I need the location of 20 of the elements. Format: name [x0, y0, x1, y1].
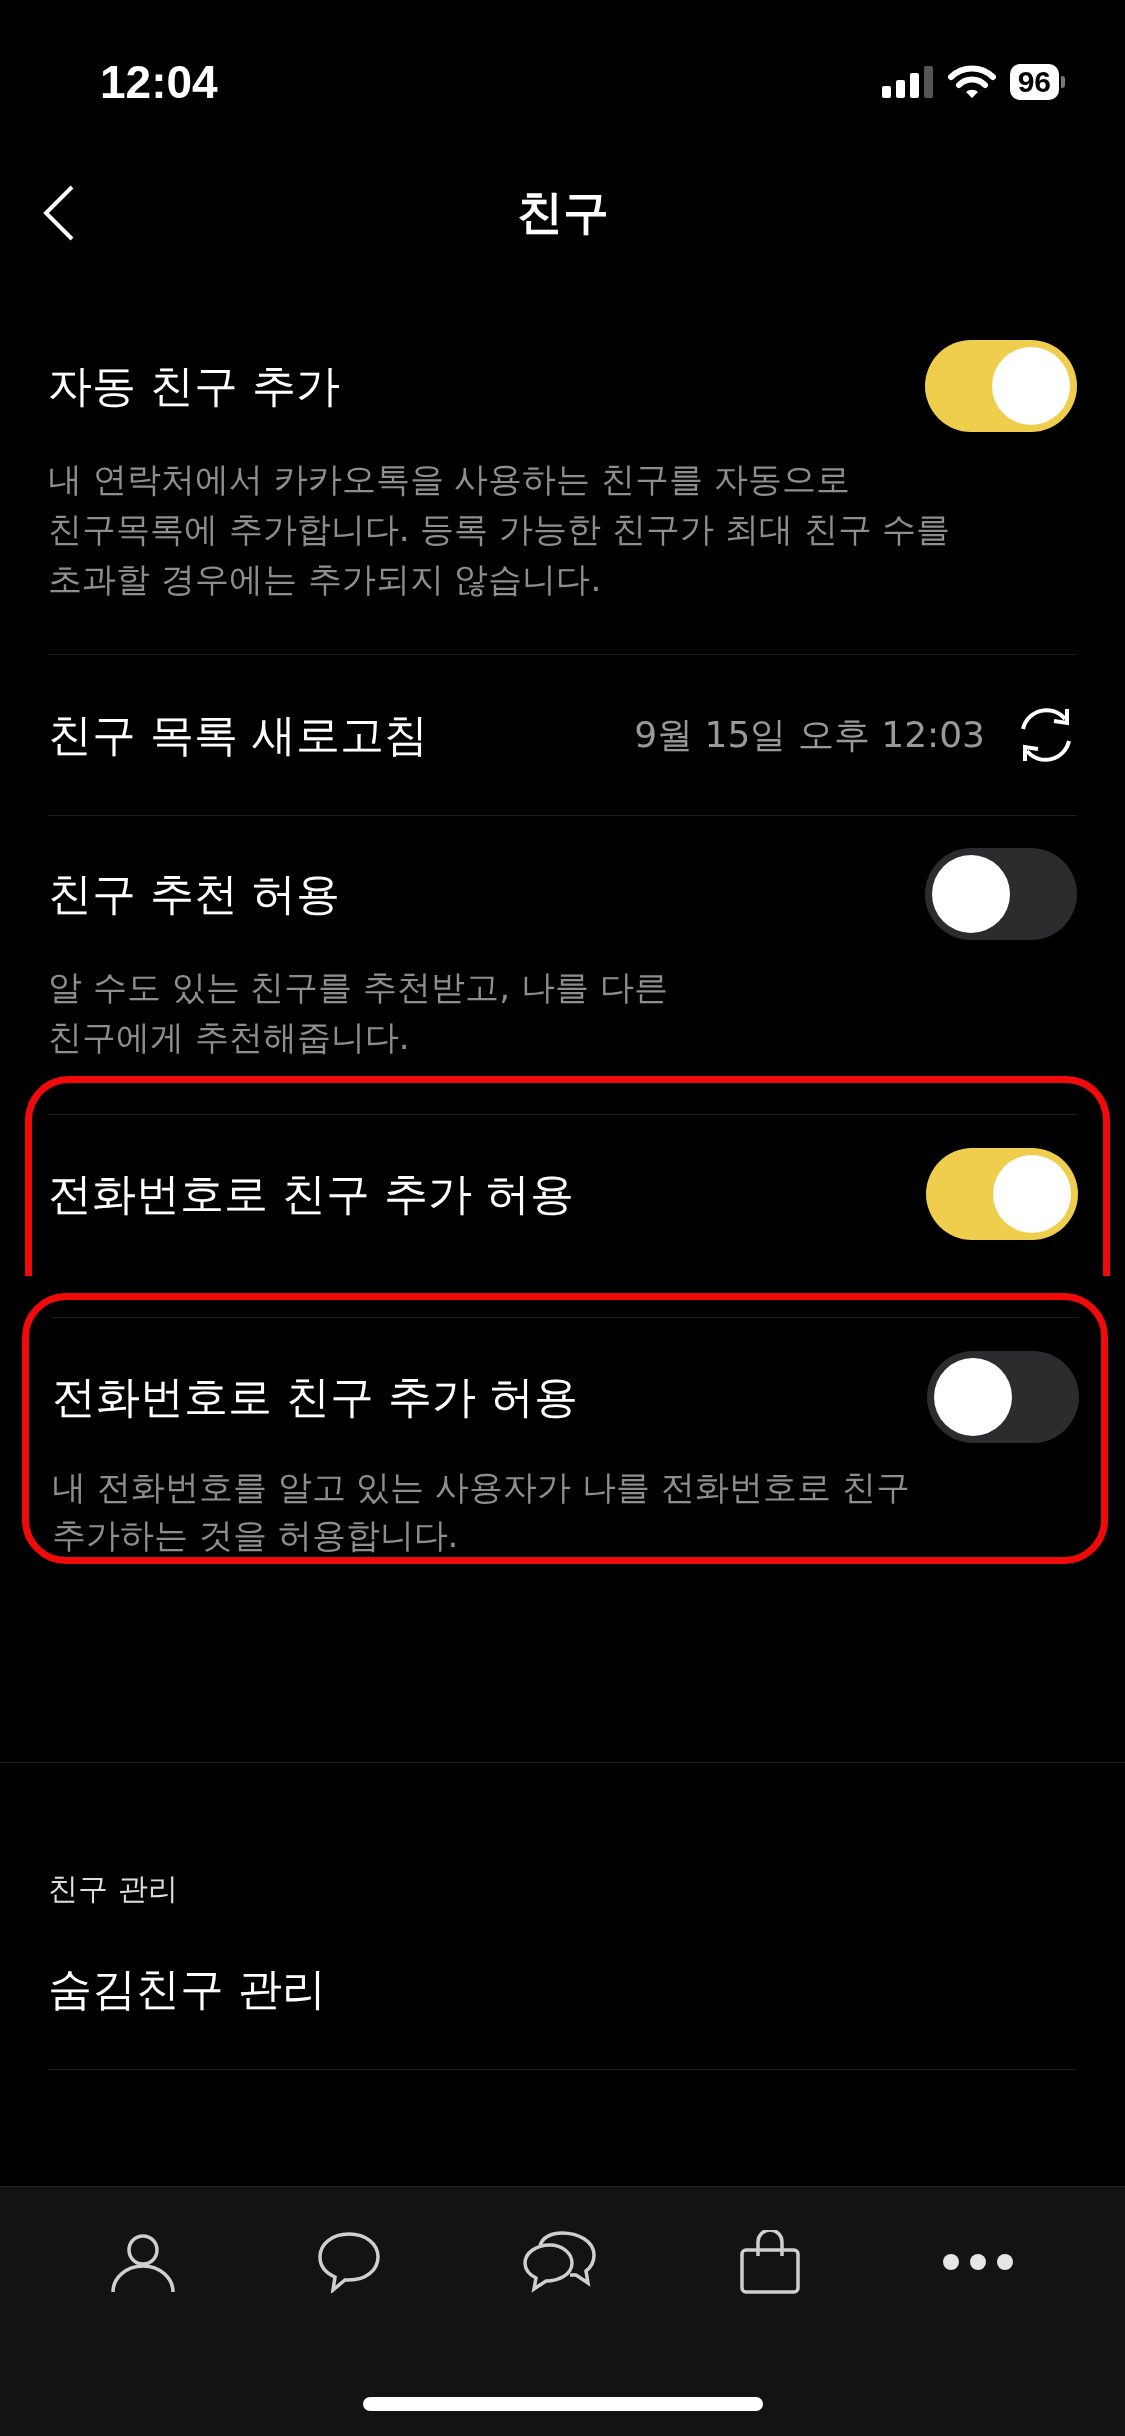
- back-icon[interactable]: [42, 184, 76, 242]
- status-time: 12:04: [100, 54, 218, 109]
- more-icon[interactable]: [942, 2253, 1015, 2271]
- shopping-bag-icon[interactable]: [740, 2230, 801, 2294]
- menu-item[interactable]: 숨김친구 관리: [48, 1959, 326, 2019]
- chat-bubbles-icon[interactable]: [522, 2231, 599, 2293]
- setting-description: 내 연락처에서 카카오톡을 사용하는 친구를 자동으로 친구목록에 추가합니다. 등록 가능한 친구가 최대 친구 수를 초과할 경우에는 추가되지 않습니다.: [48, 458, 952, 601]
- page-title: 친구: [516, 184, 609, 241]
- setting-description: 내 전화번호를 알고 있는 사용자가 나를 전화번호로 친구 추가하는 것을 허용합니다.: [52, 1466, 911, 1557]
- chat-bubble-icon[interactable]: [316, 2231, 381, 2293]
- last-refresh-time: 9월 15일 오후 12:03: [634, 712, 985, 757]
- setting-description: 알 수도 있는 친구를 추천받고, 나를 다른 친구에게 추천해줍니다.: [48, 966, 669, 1059]
- setting-title: 친구 목록 새로고침: [48, 707, 429, 762]
- signal-icon: [881, 65, 934, 98]
- setting-title: 친구 추천 허용: [48, 866, 340, 921]
- setting-title: 자동 친구 추가: [48, 358, 340, 413]
- section-header: 친구 관리: [48, 1870, 179, 1908]
- wifi-icon: [947, 64, 996, 99]
- setting-title: 전화번호로 친구 추가 허용: [52, 1369, 578, 1424]
- setting-title: 전화번호로 친구 추가 허용: [48, 1166, 574, 1221]
